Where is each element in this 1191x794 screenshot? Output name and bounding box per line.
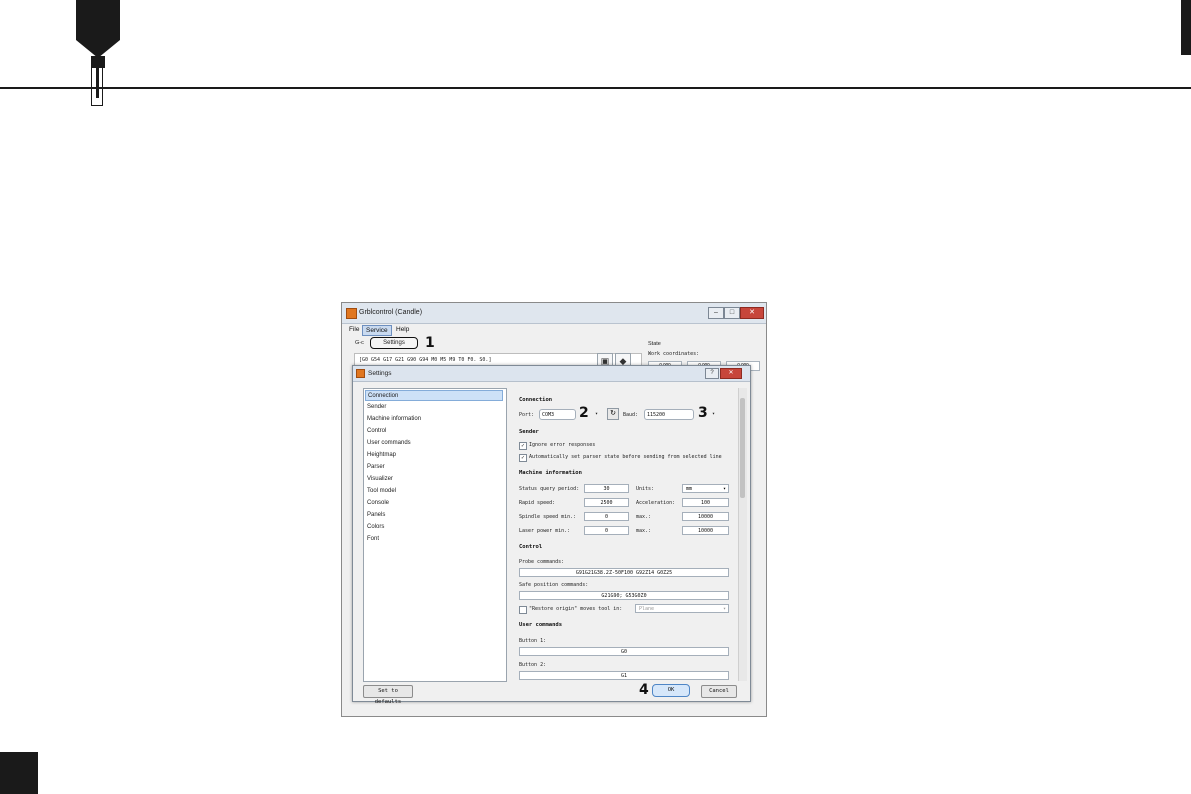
baud-dropdown-icon[interactable]: ▾: [712, 411, 715, 417]
callout-3: 3: [698, 405, 708, 421]
units-value: mm: [686, 486, 693, 492]
nav-panels[interactable]: Panels: [365, 510, 503, 521]
settings-menu-label: Settings: [383, 340, 405, 346]
ignore-errors-checkbox[interactable]: ✓: [519, 442, 527, 450]
baud-label: Baud:: [623, 412, 639, 418]
settings-content: Connection Port: COM3 2 ▾ ↻ Baud: 115200…: [515, 388, 737, 681]
callout-2: 2: [579, 405, 589, 421]
rapid-speed-label: Rapid speed:: [519, 500, 556, 506]
drill-bit-core: [96, 58, 99, 98]
close-button[interactable]: ✕: [740, 307, 764, 319]
state-label: State: [648, 341, 661, 347]
menu-file[interactable]: File: [346, 325, 362, 334]
nav-visualizer[interactable]: Visualizer: [365, 474, 503, 485]
dialog-title: Settings: [368, 370, 392, 377]
nav-parser[interactable]: Parser: [365, 462, 503, 473]
nav-tool-model[interactable]: Tool model: [365, 486, 503, 497]
window-title: Grblcontrol (Candle): [359, 309, 423, 316]
scrollbar-thumb[interactable]: [740, 398, 745, 498]
section-control: Control: [519, 544, 543, 550]
settings-dialog: Settings ? ✕ Connection Sender Machine i…: [352, 365, 751, 705]
laser-min-field[interactable]: 0: [584, 526, 629, 535]
probe-commands-label: Probe commands:: [519, 559, 565, 565]
nav-user-commands[interactable]: User commands: [365, 438, 503, 449]
nav-font[interactable]: Font: [365, 534, 503, 545]
nav-machine-information[interactable]: Machine information: [365, 414, 503, 425]
laser-min-label: Laser power min.:: [519, 528, 571, 534]
spindle-max-field[interactable]: 10000: [682, 512, 729, 521]
settings-menu-item[interactable]: Settings: [370, 337, 418, 349]
refresh-icon[interactable]: ↻: [607, 408, 619, 420]
header-rule: [0, 87, 1191, 89]
probe-commands-field[interactable]: G91G21G38.2Z-50F100 G92Z14 G0Z25: [519, 568, 729, 577]
corner-bar: [1181, 0, 1191, 55]
restore-origin-label: "Restore origin" moves tool in:: [529, 606, 623, 612]
gcode-label: G-c: [355, 340, 364, 346]
laser-max-field[interactable]: 10000: [682, 526, 729, 535]
nav-connection[interactable]: Connection: [365, 390, 503, 401]
menu-bar: File Service Help: [342, 324, 766, 336]
page-tab: [0, 752, 38, 794]
app-screenshot: Grblcontrol (Candle) – □ ✕ File Service …: [341, 302, 767, 717]
port-field[interactable]: COM3: [539, 409, 576, 420]
laser-max-label: max.:: [636, 528, 652, 534]
app-icon: [346, 308, 357, 319]
spindle-max-label: max.:: [636, 514, 652, 520]
restore-origin-checkbox[interactable]: [519, 606, 527, 614]
baud-field[interactable]: 115200: [644, 409, 694, 420]
nav-control[interactable]: Control: [365, 426, 503, 437]
nav-sender[interactable]: Sender: [365, 402, 503, 413]
ignore-errors-label: Ignore error responses: [529, 442, 596, 448]
status-period-label: Status query period:: [519, 486, 580, 492]
section-connection: Connection: [519, 397, 553, 403]
units-dropdown-icon: ▾: [722, 486, 726, 492]
nav-heightmap[interactable]: Heightmap: [365, 450, 503, 461]
dialog-help-button[interactable]: ?: [705, 368, 719, 379]
rapid-speed-field[interactable]: 2500: [584, 498, 629, 507]
ok-button[interactable]: OK: [652, 684, 690, 697]
gcode-state: [G0 G54 G17 G21 G90 G94 M0 M5 M9 T0 F0. …: [359, 357, 492, 363]
safe-position-label: Safe position commands:: [519, 582, 589, 588]
title-bar: Grblcontrol (Candle) – □ ✕: [342, 303, 766, 324]
restore-origin-value: Plane: [639, 606, 655, 612]
settings-nav-list: Connection Sender Machine information Co…: [363, 388, 507, 682]
safe-position-field[interactable]: G21G90; G53G0Z0: [519, 591, 729, 600]
nav-console[interactable]: Console: [365, 498, 503, 509]
button2-label: Button 2:: [519, 662, 547, 668]
port-label: Port:: [519, 412, 535, 418]
restore-origin-select[interactable]: Plane ▾: [635, 604, 729, 613]
acceleration-field[interactable]: 100: [682, 498, 729, 507]
settings-scrollbar[interactable]: [738, 388, 747, 681]
spindle-min-field[interactable]: 0: [584, 512, 629, 521]
callout-4: 4: [639, 682, 649, 698]
set-defaults-button[interactable]: Set to defaults: [363, 685, 413, 705]
restore-dropdown-icon: ▾: [722, 606, 726, 612]
auto-parser-label: Automatically set parser state before se…: [529, 454, 722, 460]
drill-icon: [76, 0, 120, 40]
dialog-app-icon: [356, 369, 365, 378]
auto-parser-checkbox[interactable]: ✓: [519, 454, 527, 462]
button1-label: Button 1:: [519, 638, 547, 644]
section-machine-information: Machine information: [519, 470, 582, 476]
button2-field[interactable]: G1: [519, 671, 729, 680]
callout-1: 1: [425, 335, 435, 351]
status-period-field[interactable]: 30: [584, 484, 629, 493]
section-user-commands: User commands: [519, 622, 563, 628]
spindle-min-label: Spindle speed min.:: [519, 514, 577, 520]
button1-field[interactable]: G0: [519, 647, 729, 656]
maximize-button[interactable]: □: [724, 307, 740, 319]
units-label: Units:: [636, 486, 655, 492]
section-sender: Sender: [519, 429, 539, 435]
dialog-title-bar: Settings ? ✕: [353, 366, 750, 382]
acceleration-label: Acceleration:: [636, 500, 676, 506]
minimize-button[interactable]: –: [708, 307, 724, 319]
work-coordinates-label: Work coordinates:: [648, 351, 700, 357]
menu-help[interactable]: Help: [393, 325, 412, 334]
dialog-close-button[interactable]: ✕: [720, 368, 742, 379]
nav-colors[interactable]: Colors: [365, 522, 503, 533]
units-select[interactable]: mm ▾: [682, 484, 729, 493]
cancel-button[interactable]: Cancel: [701, 685, 737, 698]
port-dropdown-icon[interactable]: ▾: [595, 411, 598, 417]
menu-service[interactable]: Service: [362, 325, 392, 336]
